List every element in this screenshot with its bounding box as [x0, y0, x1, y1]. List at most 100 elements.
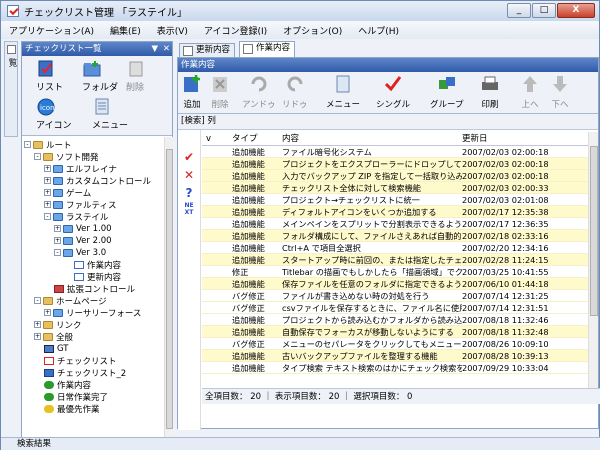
tab-update-content[interactable]: 更新内容 [179, 43, 236, 57]
delete-button[interactable]: 削除 [210, 74, 230, 110]
undo-button[interactable]: アンドゥ [242, 74, 276, 110]
tree-node-general[interactable]: + 全般 [34, 331, 73, 343]
tree-node-work-content-2[interactable]: 作業内容 [44, 379, 91, 391]
tree-node-work-content[interactable]: 作業内容 [74, 259, 121, 271]
print-button[interactable]: 印刷 [480, 74, 500, 110]
icon-button[interactable]: icon アイコン [36, 98, 72, 131]
maximize-button[interactable]: □ [532, 3, 556, 18]
tree-node-rastail[interactable]: - ラステイル [44, 211, 108, 223]
column-header-type[interactable]: タイプ [232, 132, 282, 145]
table-row[interactable]: バグ修正 メニューのセパレータをクリックしてもメニューが開かない…2007/08/… [202, 338, 588, 350]
add-button-label: 追加 [183, 100, 201, 110]
right-menu-button[interactable]: メニュー [326, 74, 360, 110]
delete-list-button[interactable]: 削除 [126, 60, 146, 93]
folder-icon [53, 212, 63, 221]
table-row[interactable]: 追加機能 ファイル暗号化システム 2007/02/03 02:00:18 [202, 146, 588, 158]
row-content-cell: プロジェクト→チェックリストに統一 [282, 195, 420, 205]
menu-icon-register[interactable]: アイコン登録(I) [204, 24, 267, 37]
list-button[interactable]: リスト [36, 60, 63, 93]
table-row[interactable]: 追加機能 保存ファイルを任意のフォルダに指定できるようにする2007/06/10 … [202, 278, 588, 290]
tree-scrollbar-thumb[interactable] [166, 149, 173, 429]
tree-node-ver30[interactable]: - Ver 3.0 [54, 247, 106, 258]
tree-node-label: チェックリスト [57, 356, 117, 367]
table-row[interactable]: バグ修正 csvファイルを保存するときに、ファイル名に使用できな…2007/07/… [202, 302, 588, 314]
folder-icon [43, 296, 53, 305]
row-check-cell [202, 230, 232, 241]
tree-node-extension-control[interactable]: 拡張コントロール [54, 283, 135, 295]
table-row[interactable]: 追加機能 ディフォルトアイコンをいくつか追加する 2007/02/17 12:35:… [202, 206, 588, 218]
checklist-list-vertical-tab[interactable]: チェックリスト一覧 [4, 41, 29, 137]
table-row[interactable]: 追加機能 Ctrl+A で項目全選択 2007/02/20 12:34:16 [202, 242, 588, 254]
table-row[interactable]: 追加機能 入力でバックアップ ZIP を指定して一括取り込み 2007/02/03 … [202, 170, 588, 182]
table-row[interactable]: 追加機能 チェックリスト全体に対して検索機能 2007/02/03 02:00:33 [202, 182, 588, 194]
tree-node-checklist-2[interactable]: チェックリスト_2 [44, 367, 126, 379]
table-row[interactable]: 追加機能 スタートアップ時に前回の、または指定したチェックリスト…2007/02/… [202, 254, 588, 266]
tree-node-checklist[interactable]: チェックリスト [44, 355, 117, 367]
tree-node-game[interactable]: + ゲーム [44, 187, 91, 199]
tree-node-daily-done[interactable]: 日常作業完了 [44, 391, 108, 403]
question-icon[interactable]: ? [182, 186, 196, 200]
column-header-check[interactable]: v [202, 132, 232, 145]
column-header-content[interactable]: 内容 [282, 132, 462, 145]
row-type-cell: 追加機能 [232, 363, 265, 373]
next-icon[interactable]: NE XT [182, 202, 196, 216]
group-button[interactable]: グループ [430, 74, 464, 110]
dropdown-arrow-icon[interactable]: ▼ [151, 42, 158, 56]
table-row[interactable]: 修正 Titlebar の描画でもしかしたら「描画領域」でクライアン…2007/0… [202, 266, 588, 278]
table-row[interactable]: 追加機能 古いバックアップファイルを整理する機能 2007/08/28 10:39:… [202, 350, 588, 362]
row-date-cell: 2007/02/03 02:00:18 [462, 171, 549, 181]
table-row[interactable]: 追加機能 プロジェクトをエクスプローラーにドロップして xml ファイ…2007/… [202, 158, 588, 170]
tree-node-custom-control[interactable]: + カスタムコントロール [44, 175, 151, 187]
row-type-cell: 追加機能 [232, 147, 265, 157]
tree-node-homepage[interactable]: - ホームページ [34, 295, 107, 307]
menu-icon [336, 75, 350, 93]
tree-scrollbar[interactable] [164, 137, 173, 438]
table-row[interactable]: 追加機能 プロジェクトから読み込むかフォルダから読み込むか選択で…2007/08/… [202, 314, 588, 326]
grid-scrollbar-thumb[interactable] [590, 146, 598, 316]
menu-application[interactable]: アプリケーション(A) [9, 24, 94, 37]
menu-view[interactable]: 表示(V) [157, 24, 188, 37]
folder-button[interactable]: フォルダ [82, 60, 118, 93]
table-row[interactable]: バグ修正 ファイルが書き込めない時の対処を行う 2007/07/14 12:31:2… [202, 290, 588, 302]
menu-options[interactable]: オプション(O) [283, 24, 342, 37]
menu-edit[interactable]: 編集(E) [110, 24, 141, 37]
row-date-cell: 2007/02/03 02:00:33 [462, 183, 549, 193]
row-date-cell: 2007/02/03 02:00:18 [462, 147, 549, 157]
list-button-label: リスト [36, 83, 64, 93]
tree-node-ver100[interactable]: + Ver 1.00 [54, 223, 112, 234]
add-button[interactable]: 追加 [182, 74, 202, 110]
table-row[interactable]: 追加機能 タイプ検索 テキスト検索のはかにチェック検索を追加 2007/09/29 … [202, 362, 588, 374]
table-row[interactable]: 追加機能 自動保存でフォーカスが移動しないようにする 2007/08/18 11:3… [202, 326, 588, 338]
column-header-date[interactable]: 更新日 [462, 132, 588, 145]
tree-node-faltis[interactable]: + ファルティス [44, 199, 117, 211]
move-down-button[interactable]: 下へ [550, 74, 570, 110]
folder-icon [53, 200, 63, 209]
left-menu-button[interactable]: メニュー [92, 98, 128, 131]
tree-node-top-priority[interactable]: 最優先作業 [44, 403, 100, 415]
tree-node-elfreina[interactable]: + エルフレイナ [44, 163, 117, 175]
table-row[interactable]: 追加機能 フォルダ構成にして、ファイルさえあれば自動的にツリー…2007/02/1… [202, 230, 588, 242]
tree-node-software-dev[interactable]: - ソフト開発 [34, 151, 99, 163]
table-row[interactable]: 追加機能 メインペインをスプリットで分割表示できるようにする2007/02/17 … [202, 218, 588, 230]
tree-node-update-content[interactable]: 更新内容 [74, 271, 121, 283]
checklist-icon [44, 356, 54, 365]
tree-node-ver200[interactable]: + Ver 2.00 [54, 235, 112, 246]
redo-button[interactable]: リドゥ [282, 74, 308, 110]
tree-node-gt[interactable]: GT [44, 343, 68, 354]
single-button[interactable]: シングル [376, 74, 410, 110]
check-icon[interactable]: ✔ [182, 150, 196, 164]
move-up-button[interactable]: 上へ [520, 74, 540, 110]
grid-scrollbar[interactable] [588, 132, 598, 388]
tree-node-lethal-force[interactable]: + リーサリーフォース [44, 307, 141, 319]
tab-work-content[interactable]: 作業内容 [239, 41, 296, 57]
close-button[interactable]: X [557, 3, 595, 18]
search-results-tab[interactable]: 検索結果 [1, 437, 600, 450]
cross-icon[interactable]: ✕ [182, 168, 196, 182]
search-filter-row[interactable]: [検索] 列 [178, 114, 598, 130]
close-panel-icon[interactable]: ✕ [163, 42, 170, 56]
tree-node-root[interactable]: - ルート [24, 139, 72, 151]
tree-node-link[interactable]: + リンク [34, 319, 82, 331]
minimize-button[interactable]: _ [507, 3, 531, 18]
table-row[interactable]: 追加機能 プロジェクト→チェックリストに統一 2007/02/03 02:01:08 [202, 194, 588, 206]
menu-help[interactable]: ヘルプ(H) [358, 24, 399, 37]
